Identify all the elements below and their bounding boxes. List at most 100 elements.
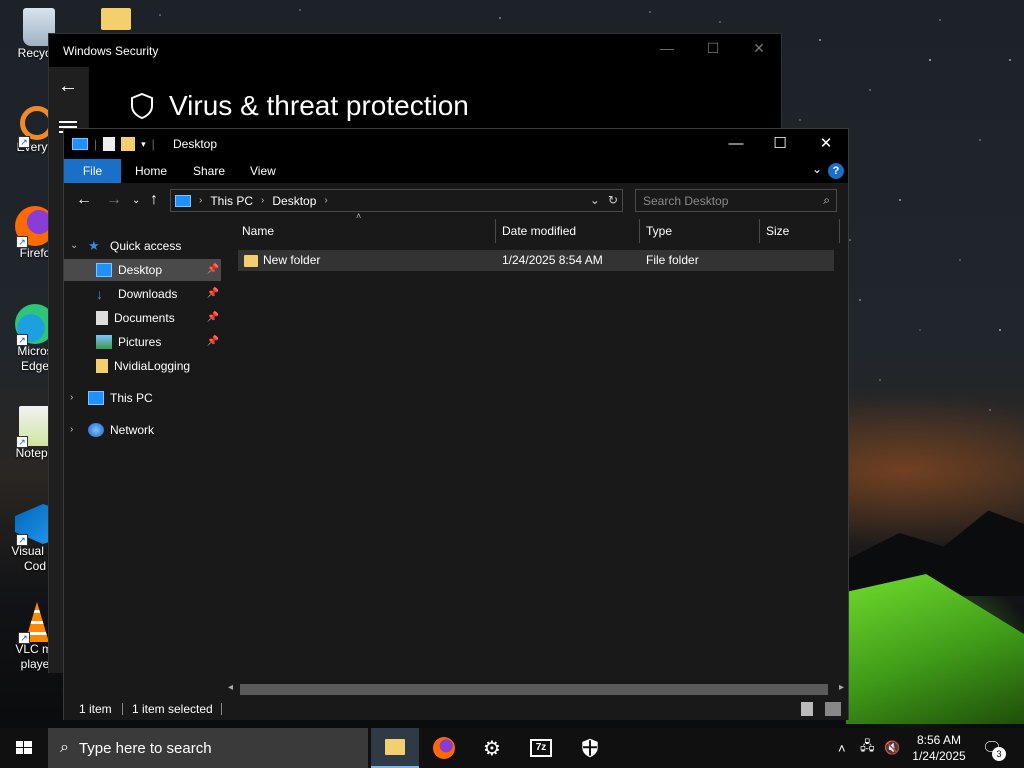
gear-icon: ⚙ (483, 737, 501, 760)
page-title: Virus & threat protection (129, 90, 469, 122)
pin-icon[interactable]: 📌 (207, 331, 219, 353)
tab-home[interactable]: Home (121, 159, 181, 183)
maximize-button[interactable]: ☐ (690, 40, 736, 57)
details-view-icon[interactable] (801, 702, 813, 716)
chevron-right-icon[interactable]: › (70, 387, 82, 409)
nav-network[interactable]: › Network (64, 419, 221, 441)
tab-view[interactable]: View (236, 159, 290, 183)
file-explorer-icon (385, 739, 405, 755)
taskbar: ⌕ Type here to search ⚙ 7z ˄ 🖧 🔇 8:56 AM… (0, 728, 1024, 768)
close-button[interactable]: ✕ (803, 129, 849, 159)
pin-icon[interactable]: 📌 (207, 259, 219, 281)
this-pc-icon (175, 194, 191, 207)
table-row[interactable]: New folder 1/24/2025 8:54 AM File folder (238, 250, 834, 271)
breadcrumb-this-pc[interactable]: This PC (210, 194, 253, 208)
taskbar-7zip[interactable]: 7z (517, 728, 565, 768)
nav-nvidialogging[interactable]: NvidiaLogging (64, 355, 221, 377)
search-input[interactable] (636, 190, 816, 211)
properties-icon[interactable] (103, 137, 116, 151)
hamburger-menu-icon[interactable] (59, 121, 77, 123)
taskbar-settings[interactable]: ⚙ (468, 728, 516, 768)
nav-label: Desktop (118, 263, 163, 277)
nav-label: Documents (114, 311, 175, 325)
column-header-size[interactable]: Size (760, 219, 840, 243)
column-header-name[interactable]: Name (236, 219, 496, 243)
notification-icon: 🗨 3 (982, 738, 1006, 761)
recent-locations-button[interactable]: ⌄ (132, 195, 140, 206)
expand-ribbon-icon[interactable]: ⌄ (812, 162, 822, 176)
forward-button[interactable]: → (106, 191, 122, 209)
nav-desktop[interactable]: Desktop 📌 (64, 259, 221, 281)
address-dropdown-icon[interactable]: ⌄ (590, 193, 600, 207)
file-explorer-window[interactable]: | ▾ | Desktop — ☐ ✕ File Home Share View… (63, 128, 849, 720)
breadcrumb-desktop[interactable]: Desktop (272, 194, 316, 208)
address-bar[interactable]: › This PC › Desktop › ⌄ ↻ (170, 189, 623, 212)
back-arrow-icon[interactable]: ← (58, 75, 78, 98)
chevron-down-icon[interactable]: ⌄ (70, 235, 82, 257)
large-icons-view-icon[interactable] (825, 702, 841, 716)
status-bar: 1 item 1 item selected (64, 698, 848, 720)
taskbar-clock[interactable]: 8:56 AM 1/24/2025 (904, 732, 974, 764)
network-globe-icon (88, 423, 104, 437)
folder-icon (101, 8, 131, 30)
nav-documents[interactable]: Documents 📌 (64, 307, 221, 329)
nav-this-pc[interactable]: › This PC (64, 387, 221, 409)
chevron-right-icon[interactable]: › (199, 195, 202, 206)
taskbar-firefox[interactable] (420, 728, 468, 768)
nav-quick-access[interactable]: ⌄ ★ Quick access (64, 235, 221, 257)
notification-badge: 3 (992, 747, 1006, 761)
computer-icon (88, 391, 104, 405)
scroll-right-icon[interactable]: ▸ (839, 682, 844, 693)
shortcut-arrow-icon: ↗ (16, 334, 28, 346)
up-button[interactable]: ↑ (150, 191, 158, 209)
scroll-left-icon[interactable]: ◂ (228, 682, 233, 693)
start-button[interactable] (0, 728, 48, 768)
pin-icon[interactable]: 📌 (207, 307, 219, 329)
taskbar-windows-security[interactable] (566, 728, 614, 768)
firefox-icon (433, 737, 455, 759)
column-header-date-modified[interactable]: Date modified (496, 219, 640, 243)
tab-share[interactable]: Share (179, 159, 239, 183)
shield-icon (582, 738, 598, 758)
file-name: New folder (263, 253, 321, 267)
title-bar[interactable]: | ▾ | Desktop — ☐ ✕ (64, 129, 848, 159)
minimize-button[interactable]: — (644, 40, 690, 56)
quick-access-toolbar: | ▾ | (72, 137, 155, 151)
qat-dropdown-icon[interactable]: ▾ (141, 139, 146, 150)
back-button[interactable]: ← (76, 191, 92, 209)
column-header-type[interactable]: Type (640, 219, 760, 243)
shortcut-arrow-icon: ↗ (16, 534, 28, 546)
tray-volume[interactable]: 🔇 (884, 728, 900, 768)
action-center-button[interactable]: 🗨 3 (982, 728, 1006, 768)
documents-icon (96, 311, 108, 325)
minimize-button[interactable]: — (713, 129, 759, 159)
window-title: Desktop (173, 137, 218, 151)
taskbar-file-explorer[interactable] (371, 728, 419, 768)
nav-pictures[interactable]: Pictures 📌 (64, 331, 221, 353)
taskbar-search[interactable]: ⌕ Type here to search (48, 728, 368, 768)
page-title-text: Virus & threat protection (169, 90, 469, 121)
star-icon: ★ (88, 238, 100, 253)
clock-date: 1/24/2025 (912, 749, 966, 763)
chevron-right-icon[interactable]: › (324, 195, 327, 206)
refresh-icon[interactable]: ↻ (608, 193, 618, 207)
horizontal-scrollbar[interactable]: ◂ ▸ (222, 681, 848, 698)
nav-downloads[interactable]: ↓ Downloads 📌 (64, 283, 221, 305)
search-box[interactable]: ⌕ (635, 189, 837, 212)
new-folder-icon[interactable] (121, 137, 136, 151)
help-icon[interactable]: ? (828, 163, 844, 179)
tab-file[interactable]: File (64, 159, 121, 183)
desktop-icon-folder[interactable] (98, 8, 134, 30)
tray-network[interactable]: 🖧 (860, 728, 875, 768)
pin-icon[interactable]: 📌 (207, 283, 219, 305)
scrollbar-thumb[interactable] (240, 684, 828, 695)
taskbar-search-placeholder: Type here to search (78, 739, 212, 757)
chevron-right-icon[interactable]: › (70, 419, 82, 441)
shield-icon (131, 92, 153, 120)
chevron-right-icon[interactable]: › (261, 195, 264, 206)
maximize-button[interactable]: ☐ (757, 129, 803, 159)
type-cell: File folder (646, 253, 699, 267)
close-button[interactable]: ✕ (736, 40, 782, 57)
windows-logo-icon (16, 741, 32, 754)
tray-show-hidden-icons[interactable]: ˄ (838, 728, 846, 768)
